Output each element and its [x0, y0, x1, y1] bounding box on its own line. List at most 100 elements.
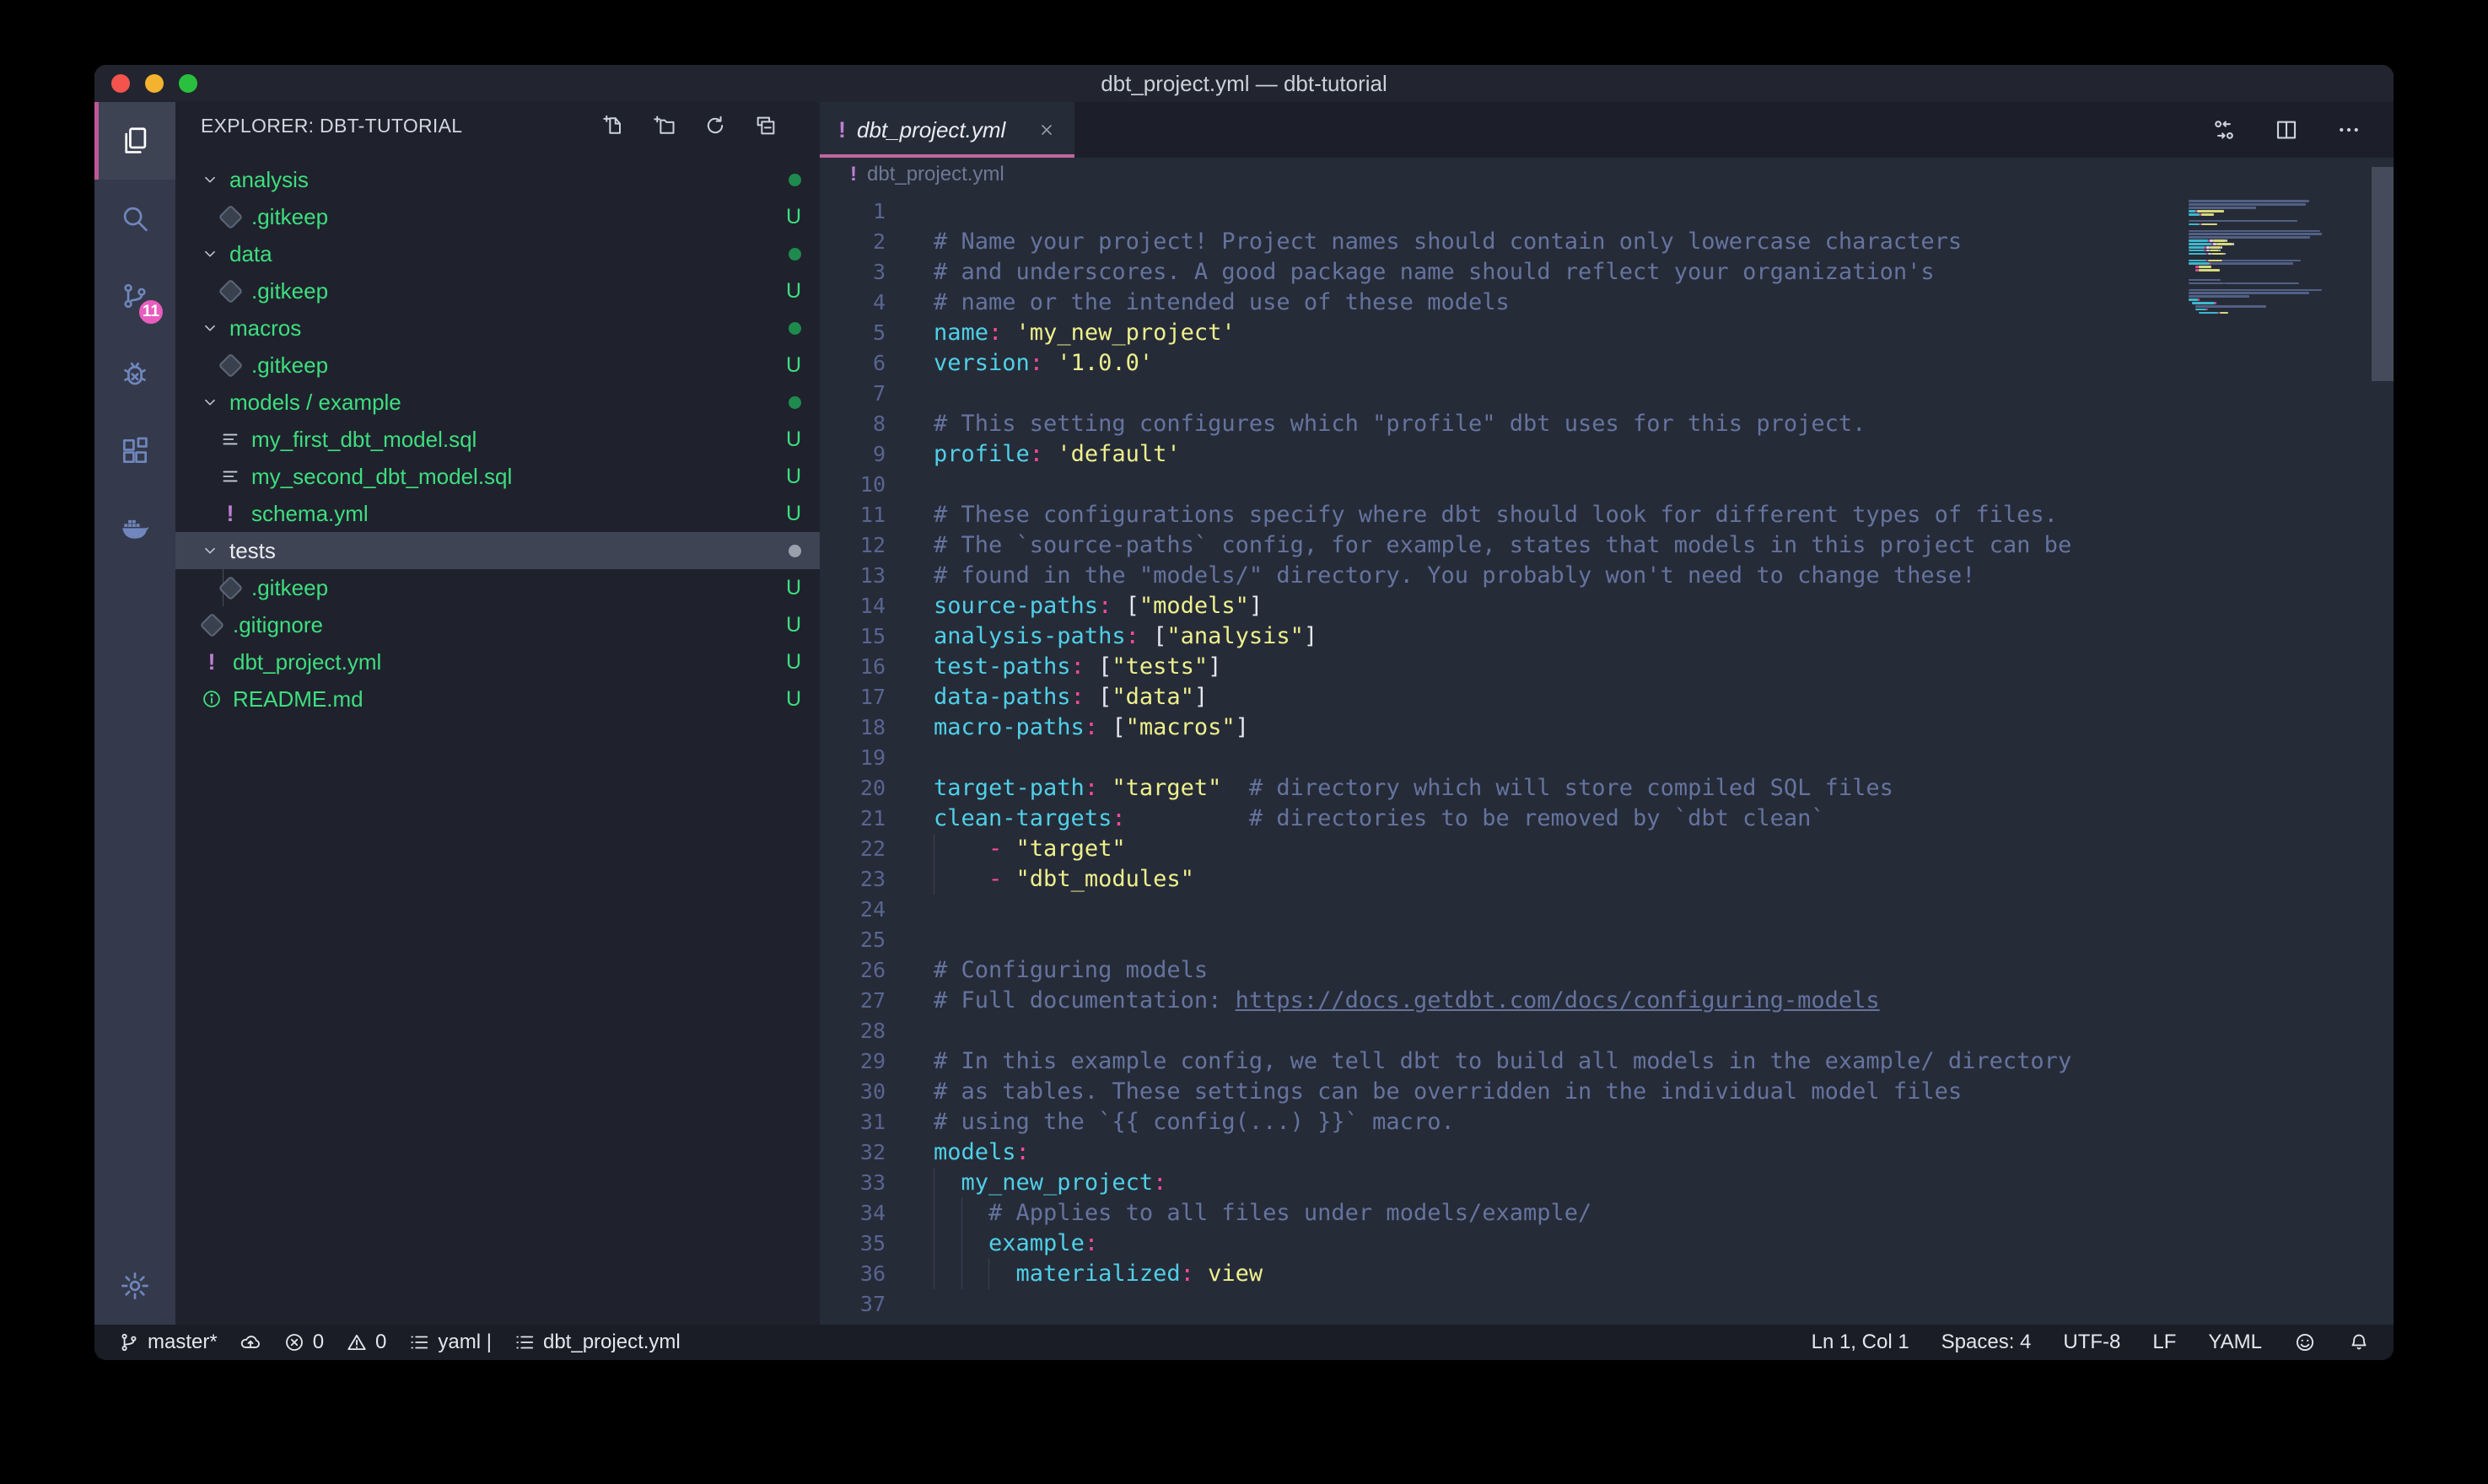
collapse-all-icon[interactable]	[754, 114, 778, 137]
activity-item-source-control[interactable]: 11	[94, 257, 175, 335]
activity-item-debug[interactable]	[94, 335, 175, 412]
close-tab-icon[interactable]	[1037, 121, 1056, 139]
code-line-32[interactable]: 32models:	[820, 1137, 2394, 1168]
activity-item-settings[interactable]	[94, 1247, 175, 1325]
code-line-35[interactable]: 35 example:	[820, 1229, 2394, 1259]
breadcrumb[interactable]: ! dbt_project.yml	[820, 158, 2394, 191]
code-line-4[interactable]: 4# name or the intended use of these mod…	[820, 288, 2394, 318]
breadcrumb-file[interactable]: dbt_project.yml	[867, 163, 1004, 186]
code-line-7[interactable]: 7	[820, 379, 2394, 409]
split-editor-icon[interactable]	[2274, 117, 2299, 142]
close-window-button[interactable]	[111, 74, 130, 93]
sidebar-item-tests[interactable]: tests	[175, 532, 820, 569]
status-indentation[interactable]: Spaces: 4	[1941, 1331, 2032, 1354]
code-line-15[interactable]: 15analysis-paths: ["analysis"]	[820, 621, 2394, 652]
status-errors[interactable]: 0	[283, 1331, 324, 1354]
sidebar-item-gitkeep[interactable]: .gitkeepU	[175, 347, 820, 384]
code-line-20[interactable]: 20target-path: "target" # directory whic…	[820, 773, 2394, 804]
code-line-25[interactable]: 25	[820, 925, 2394, 955]
code-line-12[interactable]: 12# The `source-paths` config, for examp…	[820, 530, 2394, 561]
status-warnings[interactable]: 0	[346, 1331, 386, 1354]
code-line-34[interactable]: 34 # Applies to all files under models/e…	[820, 1198, 2394, 1229]
sidebar-item-macros[interactable]: macros	[175, 309, 820, 347]
code-line-22[interactable]: 22 - "target"	[820, 834, 2394, 864]
close-icon[interactable]	[1037, 121, 1056, 139]
line-number: 12	[820, 530, 886, 561]
minimap[interactable]	[2189, 196, 2330, 318]
status-feedback[interactable]	[2294, 1331, 2316, 1353]
sidebar-item-my-first-dbt-model-sql[interactable]: my_first_dbt_model.sqlU	[175, 421, 820, 458]
sidebar-item-gitignore[interactable]: .gitignoreU	[175, 606, 820, 643]
code-line-2[interactable]: 2# Name your project! Project names shou…	[820, 227, 2394, 257]
code-line-23[interactable]: 23 - "dbt_modules"	[820, 864, 2394, 895]
code-line-27[interactable]: 27# Full documentation: https://docs.get…	[820, 986, 2394, 1016]
status-sync-publish[interactable]	[240, 1331, 261, 1353]
sidebar-item-dbt-project-yml[interactable]: !dbt_project.ymlU	[175, 643, 820, 680]
code-line-5[interactable]: 5name: 'my_new_project'	[820, 318, 2394, 348]
activity-item-search[interactable]	[94, 180, 175, 257]
status-linter-yaml[interactable]: yaml |	[408, 1331, 492, 1354]
code-line-19[interactable]: 19	[820, 743, 2394, 773]
editor-group: ! dbt_project.yml ! dbt_project.yml 12# …	[820, 102, 2394, 1325]
code-line-8[interactable]: 8# This setting configures which "profil…	[820, 409, 2394, 439]
sidebar-item-my-second-dbt-model-sql[interactable]: my_second_dbt_model.sqlU	[175, 458, 820, 495]
code-line-37[interactable]: 37	[820, 1289, 2394, 1320]
code-editor[interactable]: 12# Name your project! Project names sho…	[820, 191, 2394, 1325]
new-folder-icon[interactable]	[653, 114, 676, 137]
code-line-9[interactable]: 9profile: 'default'	[820, 439, 2394, 470]
git-untracked-badge: U	[786, 205, 801, 229]
code-line-28[interactable]: 28	[820, 1016, 2394, 1046]
sidebar-item-data[interactable]: data	[175, 235, 820, 272]
code-line-18[interactable]: 18macro-paths: ["macros"]	[820, 712, 2394, 743]
refresh-icon[interactable]	[703, 114, 727, 137]
zoom-window-button[interactable]	[179, 74, 197, 93]
code-line-30[interactable]: 30# as tables. These settings can be ove…	[820, 1077, 2394, 1107]
code-line-6[interactable]: 6version: '1.0.0'	[820, 348, 2394, 379]
code-line-33[interactable]: 33 my_new_project:	[820, 1168, 2394, 1198]
line-number: 8	[820, 409, 886, 439]
new-file-icon[interactable]	[602, 114, 626, 137]
compare-changes-icon[interactable]	[2211, 117, 2237, 142]
status-language-mode[interactable]: YAML	[2208, 1331, 2262, 1354]
sidebar-item-readme-md[interactable]: README.mdU	[175, 680, 820, 718]
code-line-11[interactable]: 11# These configurations specify where d…	[820, 500, 2394, 530]
sidebar-item-gitkeep[interactable]: .gitkeepU	[175, 198, 820, 235]
info-icon	[201, 688, 223, 710]
sidebar-item-gitkeep[interactable]: .gitkeepU	[175, 569, 820, 606]
code-line-17[interactable]: 17data-paths: ["data"]	[820, 682, 2394, 712]
tab-dbt-project-yml[interactable]: ! dbt_project.yml	[820, 102, 1074, 158]
code-line-13[interactable]: 13# found in the "models/" directory. Yo…	[820, 561, 2394, 591]
status-encoding[interactable]: UTF-8	[2063, 1331, 2120, 1354]
status-git-branch[interactable]: master*	[118, 1331, 218, 1354]
activity-item-extensions[interactable]	[94, 412, 175, 490]
minimize-window-button[interactable]	[145, 74, 164, 93]
code-line-14[interactable]: 14source-paths: ["models"]	[820, 591, 2394, 621]
status-eol[interactable]: LF	[2152, 1331, 2176, 1354]
code-line-1[interactable]: 1	[820, 196, 2394, 227]
code-line-21[interactable]: 21clean-targets: # directories to be rem…	[820, 804, 2394, 834]
activity-item-explorer[interactable]	[94, 102, 175, 180]
chevron-down-icon	[201, 541, 219, 560]
status-label: master*	[148, 1331, 218, 1354]
status-cursor-position[interactable]: Ln 1, Col 1	[1812, 1331, 1909, 1354]
activity-item-docker[interactable]	[94, 490, 175, 567]
code-line-29[interactable]: 29# In this example config, we tell dbt …	[820, 1046, 2394, 1077]
code-line-24[interactable]: 24	[820, 895, 2394, 925]
sidebar-item-gitkeep[interactable]: .gitkeepU	[175, 272, 820, 309]
code-line-31[interactable]: 31# using the `{{ config(...) }}` macro.	[820, 1107, 2394, 1137]
sidebar-item-schema-yml[interactable]: !schema.ymlU	[175, 495, 820, 532]
status-notifications[interactable]	[2348, 1331, 2370, 1353]
vertical-scrollbar[interactable]	[2372, 167, 2394, 381]
code-line-36[interactable]: 36 materialized: view	[820, 1259, 2394, 1289]
code-line-10[interactable]: 10	[820, 470, 2394, 500]
status-active-file[interactable]: dbt_project.yml	[514, 1331, 681, 1354]
code-line-16[interactable]: 16test-paths: ["tests"]	[820, 652, 2394, 682]
status-label: UTF-8	[2063, 1331, 2120, 1354]
debug-icon	[119, 358, 151, 390]
line-number: 29	[820, 1046, 886, 1077]
ellipsis-icon[interactable]	[2336, 117, 2361, 142]
sidebar-item-analysis[interactable]: analysis	[175, 161, 820, 198]
code-line-3[interactable]: 3# and underscores. A good package name …	[820, 257, 2394, 288]
sidebar-item-models-example[interactable]: models / example	[175, 384, 820, 421]
code-line-26[interactable]: 26# Configuring models	[820, 955, 2394, 986]
